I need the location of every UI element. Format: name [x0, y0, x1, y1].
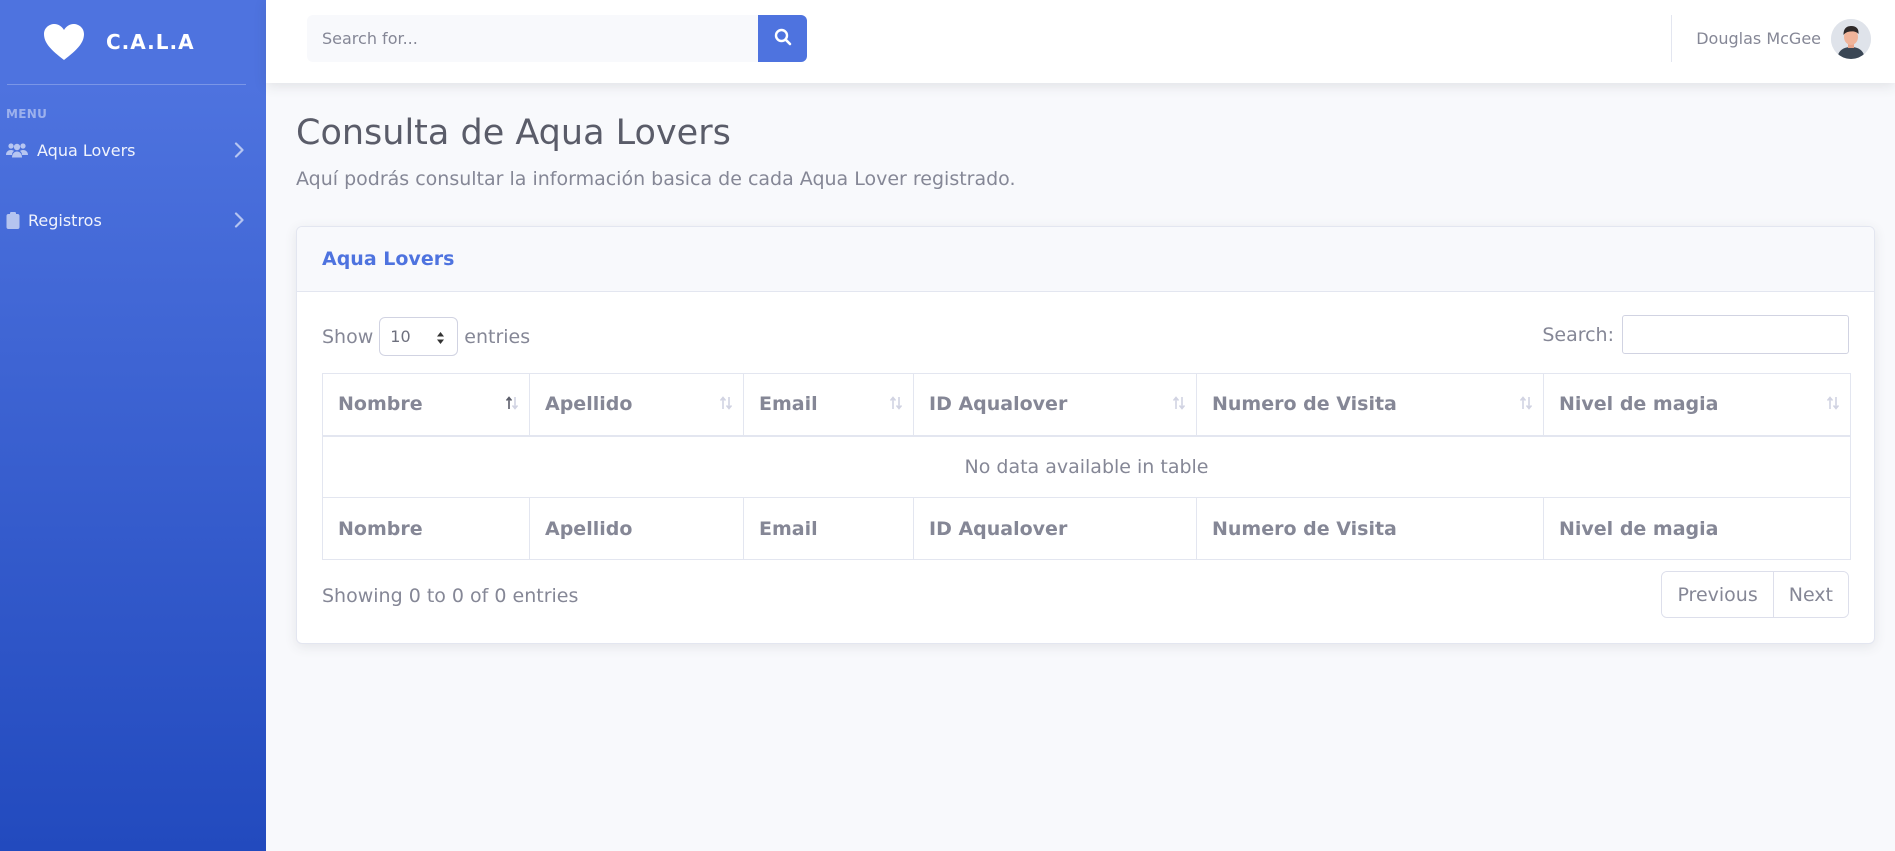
table-info: Showing 0 to 0 of 0 entries	[322, 585, 579, 607]
column-header-nivel-de-magia[interactable]: Nivel de magia	[1543, 373, 1851, 437]
sidebar-item-label: Aqua Lovers	[37, 140, 136, 160]
search-icon	[774, 28, 792, 49]
column-footer-numero-de-visita: Numero de Visita	[1196, 497, 1544, 560]
empty-table-message: No data available in table	[322, 435, 1851, 498]
sort-icon	[1519, 394, 1533, 416]
page-title: Consulta de Aqua Lovers	[296, 113, 731, 153]
sidebar-item-label: Registros	[28, 210, 102, 230]
users-icon	[6, 142, 28, 158]
sidebar-heading: MENU	[6, 107, 48, 121]
column-header-id-aqualover[interactable]: ID Aqualover	[913, 373, 1197, 437]
show-label: Show	[322, 325, 374, 348]
card-title: Aqua Lovers	[322, 248, 455, 270]
next-page-button[interactable]: Next	[1772, 572, 1848, 617]
column-header-label: Nombre	[338, 393, 423, 416]
table-search-label: Search:	[1542, 323, 1614, 346]
sort-icon	[719, 394, 733, 416]
column-header-nombre[interactable]: Nombre	[322, 373, 530, 437]
select-arrows-icon	[436, 330, 445, 349]
brand-name: C.A.L.A	[106, 30, 195, 54]
heart-icon	[42, 22, 86, 62]
column-header-label: Numero de Visita	[1212, 393, 1397, 416]
sort-icon	[1826, 394, 1840, 416]
column-header-email[interactable]: Email	[743, 373, 914, 437]
table-footer-row: Nombre Apellido Email ID Aqualover Numer…	[322, 497, 1851, 560]
column-header-label: Apellido	[545, 393, 633, 416]
sidebar-item-aqua-lovers[interactable]: Aqua Lovers	[0, 130, 266, 170]
entries-select[interactable]: 10	[379, 317, 459, 356]
entries-label: entries	[464, 325, 531, 348]
column-header-numero-de-visita[interactable]: Numero de Visita	[1196, 373, 1544, 437]
sidebar-brand[interactable]: C.A.L.A	[0, 0, 266, 84]
table-row: No data available in table	[322, 435, 1851, 498]
sort-icon	[889, 394, 903, 416]
search-button[interactable]	[758, 15, 807, 62]
aqua-lovers-table: Nombre Apellido Email ID Aqualover Numer…	[322, 373, 1851, 560]
sort-asc-icon	[505, 394, 519, 416]
chevron-right-icon	[234, 212, 244, 232]
column-header-apellido[interactable]: Apellido	[529, 373, 744, 437]
search-input[interactable]	[307, 15, 758, 62]
entries-select-value: 10	[390, 327, 411, 346]
topbar-search	[307, 15, 807, 62]
column-footer-email: Email	[743, 497, 914, 560]
column-header-label: Email	[759, 393, 818, 416]
column-footer-id-aqualover: ID Aqualover	[913, 497, 1197, 560]
topbar: Douglas McGee	[266, 0, 1895, 83]
column-footer-apellido: Apellido	[529, 497, 744, 560]
table-search-input[interactable]	[1622, 315, 1849, 354]
avatar[interactable]	[1831, 19, 1871, 59]
previous-page-button[interactable]: Previous	[1662, 572, 1773, 617]
user-name[interactable]: Douglas McGee	[1696, 29, 1821, 48]
table-filter: Search:	[1542, 315, 1849, 354]
column-header-label: Nivel de magia	[1559, 393, 1719, 416]
entries-length-control: Show 10 entries	[322, 317, 530, 356]
column-footer-nombre: Nombre	[322, 497, 530, 560]
pagination: Previous Next	[1661, 571, 1849, 618]
sort-icon	[1172, 394, 1186, 416]
chevron-right-icon	[234, 142, 244, 162]
page-subtitle: Aquí podrás consultar la información bas…	[296, 168, 1016, 190]
sidebar-item-registros[interactable]: Registros	[0, 200, 266, 240]
sidebar: C.A.L.A MENU Aqua Lovers Registros	[0, 0, 266, 851]
column-footer-nivel-de-magia: Nivel de magia	[1543, 497, 1851, 560]
card-header: Aqua Lovers	[297, 227, 1874, 292]
topbar-divider	[1671, 15, 1672, 62]
column-header-label: ID Aqualover	[929, 393, 1068, 416]
table-header-row: Nombre Apellido Email ID Aqualover Numer…	[322, 373, 1851, 437]
aqua-lovers-card: Aqua Lovers Show 10 entries Search: Nomb…	[296, 226, 1875, 644]
clipboard-icon	[6, 211, 28, 229]
